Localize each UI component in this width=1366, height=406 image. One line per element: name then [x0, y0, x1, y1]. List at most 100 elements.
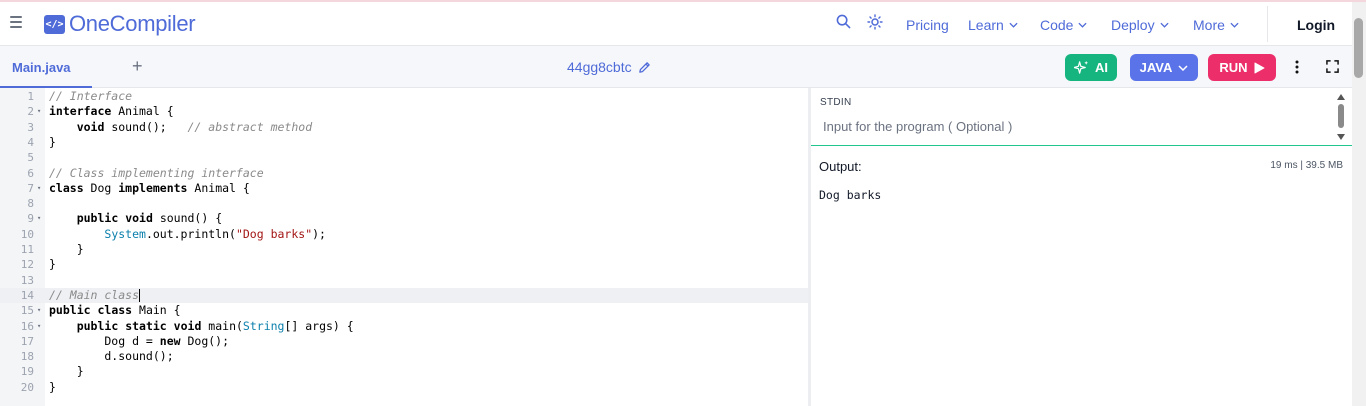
code-line[interactable]: 18 d.sound(); [0, 349, 808, 364]
code-line[interactable]: 6 // Class implementing interface [0, 166, 808, 181]
nav-learn-dropdown[interactable]: Learn [968, 17, 1018, 33]
code-text: public class Main { [49, 303, 181, 318]
code-text: d.sound(); [49, 349, 174, 364]
pencil-edit-icon[interactable] [638, 61, 651, 74]
io-panel: STDIN Input for the program ( Optional )… [811, 88, 1352, 406]
code-text: // Main class [49, 287, 141, 302]
code-editor[interactable]: 1// Interface 2 ▾ interface Animal {3 void … [0, 88, 808, 406]
code-line[interactable]: 4} [0, 135, 808, 150]
fold-toggle-icon[interactable]: ▾ [37, 211, 41, 226]
page-scrollbar-thumb[interactable] [1354, 18, 1363, 78]
stdin-divider [811, 145, 1352, 146]
fullscreen-icon[interactable] [1326, 60, 1339, 78]
code-line[interactable]: 20} [0, 380, 808, 395]
line-number: 4 [27, 135, 34, 149]
line-number: 1 [27, 90, 34, 103]
code-line[interactable]: 3 void sound(); // abstract method [0, 120, 808, 135]
ai-label: AI [1095, 60, 1108, 75]
language-select[interactable]: JAVA [1130, 54, 1198, 81]
theme-sun-icon[interactable] [867, 14, 883, 35]
code-text: public void sound() { [76, 211, 223, 226]
code-line[interactable]: 11 } [0, 242, 808, 257]
code-text: } [49, 364, 84, 379]
play-icon [1254, 62, 1265, 73]
code-line[interactable]: 10 System.out.println("Dog barks"); [0, 227, 808, 242]
brand-logo[interactable]: </> OneCompiler [44, 11, 196, 37]
nav-learn-label: Learn [968, 17, 1004, 33]
fold-toggle-icon[interactable]: ▾ [37, 181, 41, 196]
code-line[interactable]: 14 // Main class [0, 287, 808, 303]
code-text: Dog d = new Dog(); [49, 333, 230, 348]
code-line[interactable]: 7 ▾ class Dog implements Animal { [0, 181, 808, 196]
nav-deploy-dropdown[interactable]: Deploy [1111, 17, 1169, 33]
chevron-down-icon [1078, 22, 1088, 28]
line-number: 11 [20, 243, 34, 256]
nav-pricing-link[interactable]: Pricing [906, 17, 949, 33]
login-button[interactable]: Login [1297, 17, 1335, 33]
code-line[interactable]: 9 ▾ public void sound() { [0, 211, 808, 226]
line-number: 2 [27, 105, 34, 119]
stdin-scrollbar[interactable] [1336, 92, 1346, 142]
line-number: 14 [20, 288, 34, 302]
fold-toggle-icon[interactable]: ▾ [37, 104, 41, 119]
nav-deploy-label: Deploy [1111, 17, 1155, 33]
code-text: } [49, 379, 56, 394]
line-number: 16 [20, 319, 34, 333]
navbar: </> OneCompiler Pricing Learn Code Deplo… [0, 2, 1366, 46]
code-line[interactable]: 5 [0, 150, 808, 165]
code-line[interactable]: 15 ▾ public class Main { [0, 303, 808, 318]
line-number: 13 [20, 273, 34, 287]
code-line[interactable]: 16 ▾ public static void main(String[] arg… [0, 319, 808, 334]
line-number: 19 [20, 365, 34, 379]
stdin-label: STDIN [820, 97, 852, 108]
run-button[interactable]: RUN [1208, 54, 1276, 81]
code-line[interactable]: 1 // Interface [0, 89, 808, 104]
code-line[interactable]: 17 Dog d = new Dog(); [0, 334, 808, 349]
search-icon[interactable] [836, 14, 851, 34]
stdin-input[interactable]: Input for the program ( Optional ) [823, 119, 1012, 134]
output-label: Output: [819, 159, 862, 174]
code-text: } [49, 242, 84, 256]
nav-pricing-label: Pricing [906, 17, 949, 33]
file-id-label: 44gg8cbtc [567, 59, 632, 75]
code-line[interactable]: 13 [0, 273, 808, 288]
code-text: void sound(); // abstract method [76, 119, 313, 134]
code-text: interface Animal { [49, 104, 174, 119]
chevron-down-icon [1009, 22, 1018, 28]
line-number: 12 [20, 258, 34, 272]
line-number: 17 [20, 334, 34, 348]
more-options-icon[interactable] [1295, 60, 1299, 79]
code-line[interactable]: 8 [0, 196, 808, 211]
sparkles-icon [1074, 60, 1089, 74]
line-number: 9 [27, 212, 34, 226]
execution-stats: 19 ms | 39.5 MB [1270, 160, 1343, 171]
code-line[interactable]: 19 } [0, 364, 808, 379]
add-tab-button[interactable]: + [132, 56, 143, 77]
line-number: 8 [27, 197, 34, 211]
line-number: 10 [20, 227, 34, 241]
code-line[interactable]: 12} [0, 257, 808, 272]
code-text: class Dog implements Animal { [49, 180, 250, 195]
chevron-down-icon [1160, 22, 1169, 28]
nav-more-dropdown[interactable]: More [1193, 17, 1239, 33]
line-number: 3 [27, 120, 34, 134]
nav-code-dropdown[interactable]: Code [1040, 17, 1088, 33]
tab-main-java[interactable]: Main.java [0, 46, 92, 88]
line-number: 7 [27, 181, 34, 195]
code-text: } [49, 257, 56, 272]
file-id-title[interactable]: 44gg8cbtc [567, 59, 651, 75]
nav-divider [1267, 6, 1268, 42]
nav-code-label: Code [1040, 17, 1074, 33]
fold-toggle-icon[interactable]: ▾ [37, 319, 41, 334]
fold-toggle-icon[interactable]: ▾ [37, 303, 41, 318]
menu-icon[interactable] [10, 16, 22, 28]
editor-toolbar: Main.java + 44gg8cbtc AI JAVA RUN [0, 46, 1352, 88]
ai-button[interactable]: AI [1065, 54, 1117, 81]
code-line[interactable]: 2 ▾ interface Animal { [0, 104, 808, 119]
tab-label: Main.java [12, 60, 71, 75]
line-number: 15 [20, 304, 34, 318]
brand-name: OneCompiler [69, 11, 196, 36]
program-output: Dog barks [819, 188, 882, 202]
logo-code-icon: </> [44, 14, 65, 34]
page-scrollbar[interactable] [1352, 2, 1366, 406]
